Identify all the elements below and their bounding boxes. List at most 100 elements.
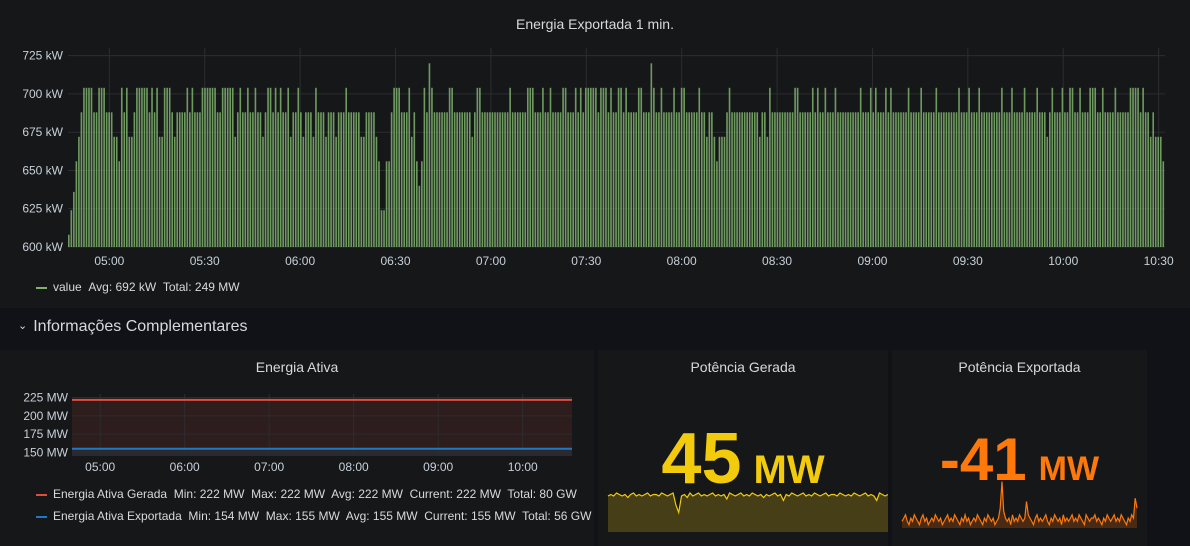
bar	[584, 87, 587, 247]
bar	[284, 112, 287, 248]
bar	[173, 136, 176, 247]
y-tick-label: 175 MW	[23, 427, 68, 441]
bar	[1011, 87, 1013, 247]
bar	[423, 87, 426, 247]
bar	[627, 112, 630, 248]
bar	[451, 87, 453, 247]
bar	[1129, 87, 1132, 247]
bar	[138, 87, 141, 247]
chevron-down-icon[interactable]: ⌄	[18, 320, 27, 332]
bar	[519, 112, 522, 248]
bar	[93, 112, 95, 248]
line-chart[interactable]: 05:00 06:00 07:00 08:00 09:00 10:00 150 MW 175 …	[0, 388, 594, 478]
bar	[421, 161, 423, 247]
bar	[297, 87, 300, 247]
bar	[398, 87, 400, 247]
bar	[161, 136, 163, 247]
bar	[234, 136, 237, 247]
bar	[655, 112, 658, 248]
bar	[171, 112, 174, 248]
bar	[642, 112, 645, 248]
bar	[552, 112, 554, 248]
legend-series-name[interactable]: value	[53, 280, 82, 294]
bar	[168, 87, 171, 247]
bar	[703, 112, 706, 248]
bar	[416, 161, 418, 247]
y-tick-label: 225 MW	[23, 391, 68, 405]
bar	[733, 112, 736, 248]
legend-avg-label: Avg:	[88, 280, 113, 294]
bar	[849, 112, 852, 248]
bar	[1036, 87, 1039, 247]
panel-title[interactable]: Energia Exportada 1 min.	[0, 16, 1190, 32]
bar	[438, 112, 441, 248]
bar	[244, 112, 247, 248]
bar	[358, 112, 360, 248]
bar	[332, 112, 335, 248]
bar	[743, 112, 746, 248]
stat-unit: MW	[1038, 450, 1100, 488]
bar	[90, 87, 93, 247]
bar	[153, 112, 156, 248]
bar	[426, 112, 428, 248]
bar	[380, 210, 383, 247]
bar	[943, 112, 945, 248]
bar	[1001, 87, 1003, 247]
bar	[1013, 112, 1016, 248]
bar	[716, 161, 718, 247]
bar	[993, 112, 996, 248]
bar	[748, 112, 751, 248]
bar	[262, 136, 264, 247]
y-tick-label: 725 kW	[22, 49, 63, 63]
bar	[675, 112, 678, 248]
x-tick-label: 10:00	[508, 460, 538, 474]
bar	[453, 112, 456, 248]
bar	[196, 112, 199, 248]
bar	[650, 63, 653, 247]
bar	[1071, 87, 1074, 247]
bar	[476, 87, 479, 247]
legend-series-name[interactable]: Energia Ativa Exportada	[53, 509, 182, 523]
bar	[721, 136, 723, 247]
bar	[963, 112, 965, 248]
bar	[1084, 112, 1086, 248]
bar	[711, 112, 713, 248]
bar	[1144, 112, 1147, 248]
bar	[897, 112, 900, 248]
bar	[345, 87, 348, 247]
bar	[579, 87, 582, 247]
legend-series-name[interactable]: Energia Ativa Gerada	[53, 487, 167, 501]
bar	[214, 87, 216, 247]
bar	[194, 112, 196, 248]
bar	[325, 136, 327, 247]
x-tick-label: 06:30	[380, 254, 410, 268]
bar	[1149, 136, 1152, 247]
bar	[1117, 112, 1119, 248]
bar	[378, 161, 380, 247]
bar	[479, 87, 481, 247]
bar	[136, 87, 138, 247]
bar	[1066, 112, 1069, 248]
bar	[443, 112, 446, 248]
bar	[973, 112, 975, 248]
bar	[73, 191, 75, 247]
bar	[791, 112, 794, 248]
bar	[514, 112, 516, 248]
bar	[1056, 112, 1059, 248]
x-tick-label: 07:00	[254, 460, 284, 474]
legend-total-value: 249 MW	[194, 280, 240, 294]
bar	[832, 112, 834, 248]
bar	[653, 87, 655, 247]
bar	[120, 87, 123, 247]
bar	[461, 112, 464, 248]
row-header-informacoes[interactable]: ⌄ Informações Complementares	[18, 318, 248, 336]
panel-title[interactable]: Energia Ativa	[0, 359, 594, 375]
bar	[680, 87, 683, 247]
bar	[335, 136, 337, 247]
bar	[1127, 112, 1129, 248]
bar	[239, 87, 242, 247]
bar	[516, 112, 519, 248]
bar-chart[interactable]: 05:00 05:30 06:00 06:30 07:00 07:30 08:00 08:30…	[0, 40, 1190, 310]
bar	[958, 87, 960, 247]
bar	[259, 112, 262, 248]
